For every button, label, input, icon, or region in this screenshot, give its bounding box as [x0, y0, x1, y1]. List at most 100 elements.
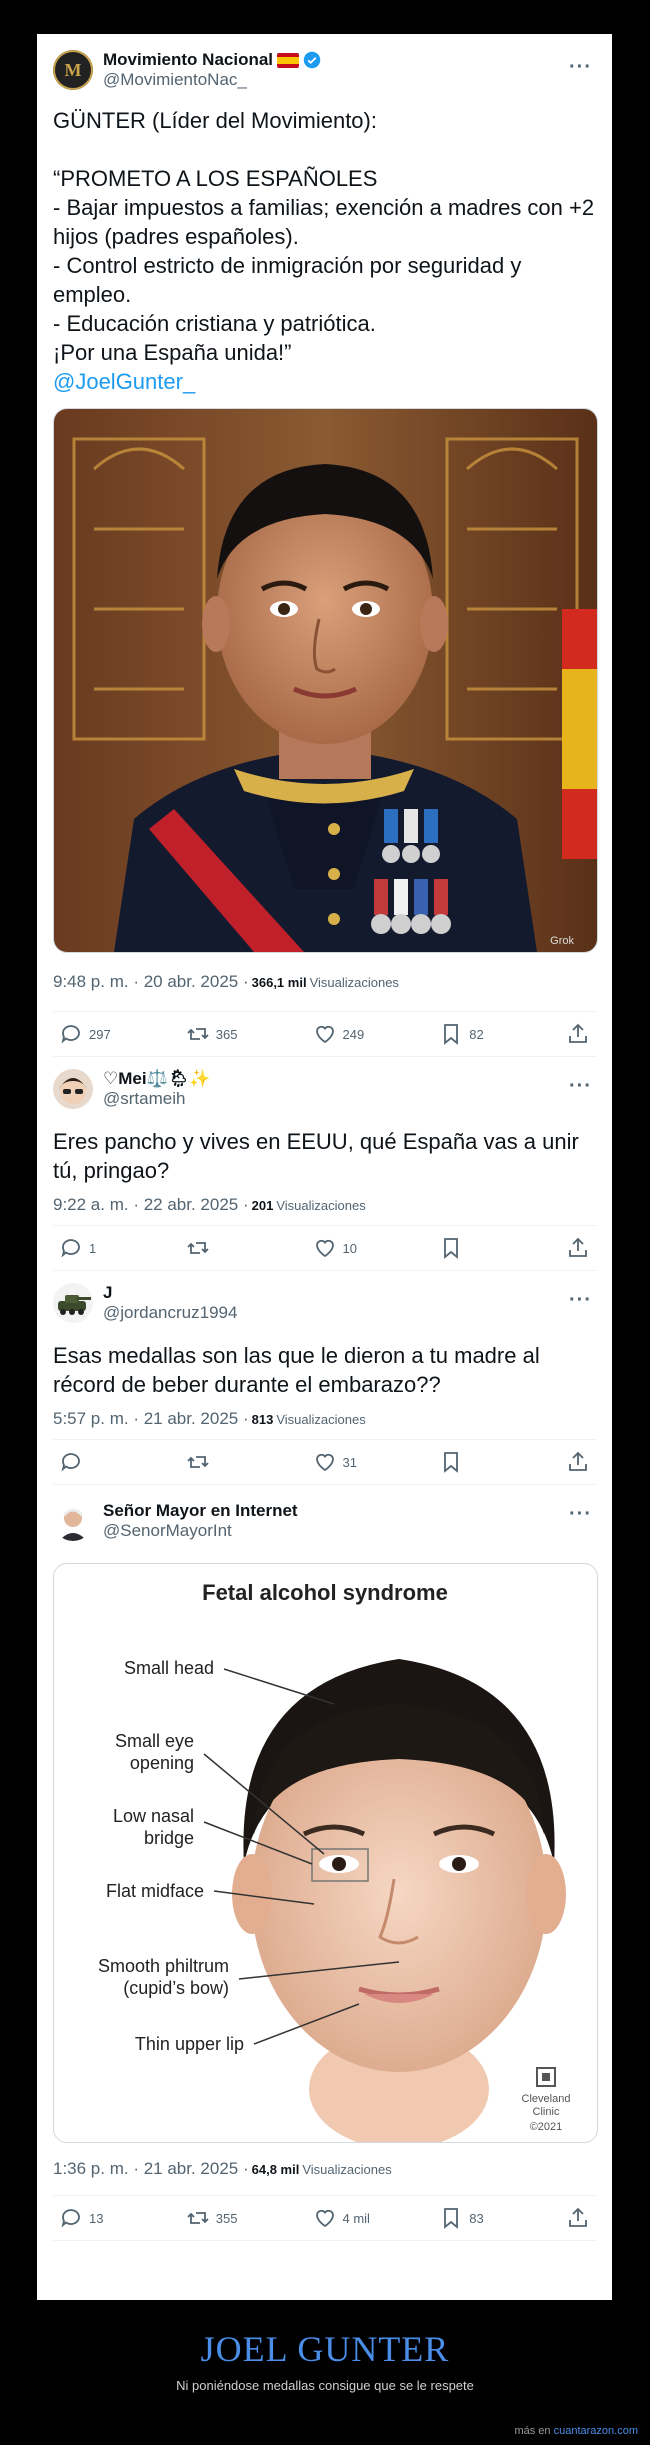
timestamp[interactable]: 5:57 p. m. · 21 abr. 2025 ·: [53, 1409, 249, 1429]
reply-count: 297: [89, 1026, 111, 1042]
bookmark-button[interactable]: [439, 1450, 499, 1474]
view-label: Visualizaciones: [302, 2161, 392, 2177]
action-bar: 13 355 4 mil 83: [53, 2195, 596, 2241]
screenshot-card: M Movimiento Nacional @MovimientoNac_ ··…: [37, 34, 612, 2300]
bookmark-count: 83: [469, 2210, 484, 2226]
reply-icon: [61, 2209, 80, 2228]
user-handle[interactable]: @srtameih: [103, 1089, 211, 1109]
share-icon: [569, 1237, 587, 1257]
tweet-header: J @jordancruz1994 ···: [53, 1271, 596, 1335]
user-handle[interactable]: @jordancruz1994: [103, 1303, 237, 1323]
bookmark-button[interactable]: [439, 1236, 499, 1260]
mention-link[interactable]: @JoelGunter_: [53, 367, 596, 396]
share-button[interactable]: [566, 1022, 590, 1046]
reply-button[interactable]: 1: [59, 1236, 119, 1260]
timestamp[interactable]: 9:22 a. m. · 22 abr. 2025 ·: [53, 1195, 249, 1215]
bookmark-icon: [444, 1452, 459, 1473]
like-count: 249: [342, 1026, 365, 1042]
view-count: 813: [251, 1411, 274, 1427]
cleveland-clinic-logo-icon: [536, 2067, 556, 2087]
reply-tweet[interactable]: Señor Mayor en Internet @SenorMayorInt ·…: [37, 1485, 612, 2241]
more-options-icon[interactable]: ···: [569, 1075, 592, 1098]
tweet-header: Señor Mayor en Internet @SenorMayorInt ·…: [53, 1485, 596, 1557]
avatar[interactable]: M: [53, 50, 93, 90]
bookmark-button[interactable]: 83: [439, 2206, 499, 2230]
user-handle[interactable]: @SenorMayorInt: [103, 1521, 298, 1541]
brand-line1: Cleveland: [522, 2093, 571, 2105]
heart-icon: [315, 2209, 334, 2228]
retweet-button[interactable]: [186, 1236, 246, 1260]
label-small-head: Small head: [124, 1658, 214, 1678]
avatar[interactable]: [53, 1501, 93, 1541]
label-low-nasal: Low nasal: [113, 1806, 194, 1826]
more-options-icon[interactable]: ···: [569, 56, 592, 79]
like-count: 4 mil: [342, 2210, 370, 2226]
svg-text:M: M: [65, 60, 82, 80]
retweet-icon: [187, 1242, 209, 1254]
heart-icon: [315, 1025, 334, 1044]
reply-count: 1: [89, 1240, 97, 1256]
reply-button[interactable]: 13: [59, 2206, 119, 2230]
tweet-meta: 9:48 p. m. · 20 abr. 2025 · 366,1 mil Vi…: [53, 953, 596, 1011]
reply-tweet[interactable]: J @jordancruz1994 ··· Esas medallas son …: [37, 1271, 612, 1485]
movement-logo-icon: M: [53, 50, 93, 90]
source-link[interactable]: cuantarazon.com: [554, 2425, 638, 2437]
retweet-icon: [187, 1456, 209, 1468]
reply-button[interactable]: 297: [59, 1022, 119, 1046]
bookmark-button[interactable]: 82: [439, 1022, 499, 1046]
verified-badge-icon: [303, 51, 321, 69]
tweet-photo[interactable]: Fetal alcohol syndrome Small head Small …: [53, 1563, 598, 2143]
like-button[interactable]: 31: [313, 1450, 373, 1474]
reply-tweet[interactable]: ♡Mei⚖️🌦✨ @srtameih ··· Eres pancho y viv…: [37, 1057, 612, 1271]
tweet-meta: 9:22 a. m. · 22 abr. 2025 · 201 Visualiz…: [53, 1185, 596, 1225]
view-count: 64,8 mil: [251, 2161, 300, 2177]
timestamp[interactable]: 1:36 p. m. · 21 abr. 2025 ·: [53, 2159, 249, 2179]
action-bar: 297 365 249 82: [53, 1011, 596, 1057]
label-thin-upper-lip: Thin upper lip: [135, 2034, 244, 2054]
like-button[interactable]: 4 mil: [313, 2206, 373, 2230]
timestamp[interactable]: 9:48 p. m. · 20 abr. 2025 ·: [53, 972, 249, 992]
more-options-icon[interactable]: ···: [569, 1289, 592, 1312]
user-handle[interactable]: @MovimientoNac_: [103, 70, 321, 90]
view-label: Visualizaciones: [276, 1411, 366, 1427]
retweet-count: 355: [215, 2210, 238, 2226]
reply-count: 13: [89, 2210, 104, 2226]
reply-icon: [61, 1025, 80, 1044]
diagram-title: Fetal alcohol syndrome: [202, 1580, 448, 1605]
reply-button[interactable]: [59, 1450, 119, 1474]
like-button[interactable]: 10: [313, 1236, 373, 1260]
display-name[interactable]: Señor Mayor en Internet: [103, 1501, 298, 1521]
label-flat-midface: Flat midface: [106, 1881, 204, 1901]
like-button[interactable]: 249: [313, 1022, 373, 1046]
share-button[interactable]: [566, 1236, 590, 1260]
retweet-button[interactable]: 355: [186, 2206, 246, 2230]
retweet-icon: [187, 2212, 209, 2224]
retweet-button[interactable]: [186, 1450, 246, 1474]
retweet-icon: [187, 1028, 209, 1040]
avatar[interactable]: [53, 1283, 93, 1323]
tweet-text: Eres pancho y vives en EEUU, qué España …: [53, 1129, 585, 1183]
share-button[interactable]: [566, 1450, 590, 1474]
like-count: 10: [342, 1240, 357, 1256]
like-count: 31: [342, 1454, 357, 1470]
avatar[interactable]: [53, 1069, 93, 1109]
bookmark-icon: [444, 1238, 459, 1259]
retweet-count: 365: [215, 1026, 238, 1042]
tweet-photo[interactable]: Grok: [53, 408, 598, 953]
source-prefix: más en: [514, 2425, 551, 2437]
display-name[interactable]: ♡Mei⚖️🌦✨: [103, 1069, 211, 1089]
action-bar: 1 10: [53, 1225, 596, 1271]
grok-watermark: Grok: [550, 935, 574, 947]
fetal-alcohol-diagram: Fetal alcohol syndrome Small head Small …: [98, 1580, 571, 2142]
display-name[interactable]: J: [103, 1283, 112, 1303]
user-avatar-icon: [59, 1078, 87, 1104]
retweet-button[interactable]: 365: [186, 1022, 246, 1046]
share-button[interactable]: [566, 2206, 590, 2230]
tweet-header: M Movimiento Nacional @MovimientoNac_ ··…: [53, 38, 596, 102]
label-small-eye-opening: opening: [130, 1753, 194, 1773]
post-subtitle: Ni poniéndose medallas consigue que se l…: [176, 2378, 474, 2393]
display-name[interactable]: Movimiento Nacional: [103, 50, 273, 70]
view-count: 366,1 mil: [251, 974, 307, 990]
tweet-main[interactable]: M Movimiento Nacional @MovimientoNac_ ··…: [37, 34, 612, 1057]
more-options-icon[interactable]: ···: [569, 1503, 592, 1526]
